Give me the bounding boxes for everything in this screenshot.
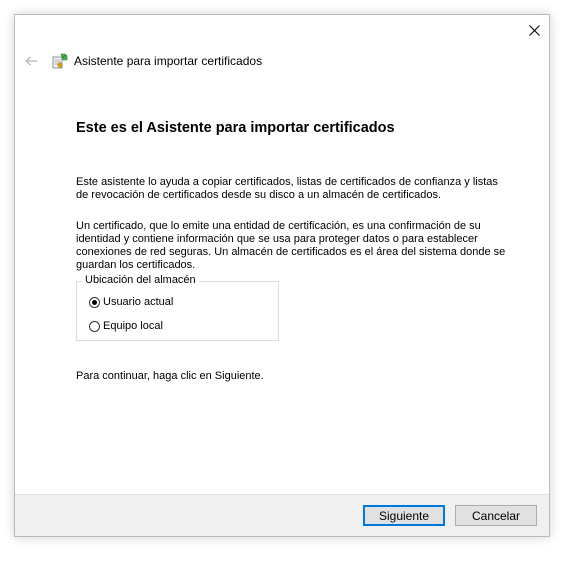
wizard-title: Asistente para importar certificados bbox=[74, 54, 263, 68]
back-button[interactable] bbox=[21, 51, 41, 71]
radio-current-user[interactable]: Usuario actual bbox=[89, 296, 173, 308]
wizard-header: Asistente para importar certificados bbox=[21, 51, 262, 71]
radio-current-user-label: Usuario actual bbox=[103, 296, 174, 308]
radio-button-unselected[interactable] bbox=[89, 320, 100, 332]
wizard-footer: Siguiente Cancelar bbox=[15, 494, 549, 536]
close-button[interactable] bbox=[519, 15, 549, 45]
close-icon bbox=[528, 24, 540, 36]
next-button[interactable]: Siguiente bbox=[363, 505, 445, 526]
store-location-legend: Ubicación del almacén bbox=[82, 274, 199, 286]
radio-button-selected[interactable] bbox=[89, 296, 100, 308]
continue-instruction: Para continuar, haga clic en Siguiente. bbox=[76, 370, 264, 382]
page-heading: Este es el Asistente para importar certi… bbox=[76, 120, 395, 136]
radio-selected-dot bbox=[92, 299, 97, 305]
store-location-group: Ubicación del almacén Usuario actual Equ… bbox=[76, 274, 279, 341]
back-arrow-icon bbox=[25, 56, 37, 66]
cancel-button[interactable]: Cancelar bbox=[455, 505, 537, 526]
intro-text: Este asistente lo ayuda a copiar certifi… bbox=[76, 176, 498, 201]
radio-local-machine-label: Equipo local bbox=[103, 320, 163, 332]
wizard-content: Este es el Asistente para importar certi… bbox=[76, 120, 506, 383]
radio-local-machine[interactable]: Equipo local bbox=[89, 320, 163, 332]
description-text: Un certificado, que lo emite una entidad… bbox=[76, 220, 506, 271]
certificate-wizard-icon bbox=[52, 53, 68, 69]
certificate-import-wizard-window: Asistente para importar certificados Est… bbox=[14, 14, 550, 537]
